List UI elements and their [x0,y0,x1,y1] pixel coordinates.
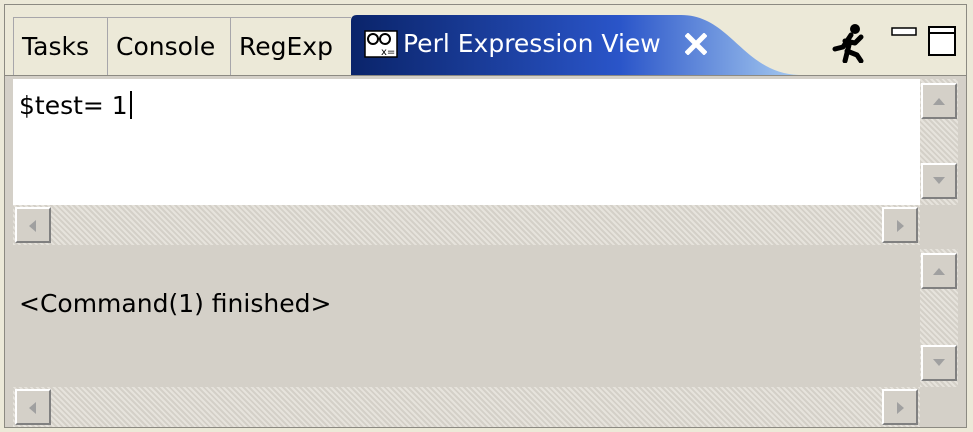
scroll-up-button[interactable] [921,253,957,289]
tab-perl-expression-view[interactable]: x= Perl Expression View [351,13,799,75]
tab-perl-expression-view-label: Perl Expression View [403,29,661,58]
arrow-up-icon [933,98,945,105]
scroll-left-button[interactable] [15,389,51,425]
scroll-down-button[interactable] [921,163,957,199]
scrollbar-corner [920,387,958,427]
perl-expression-view-panel: Tasks Console RegExp x= Perl Expression … [4,4,967,428]
tab-tasks[interactable]: Tasks [13,17,107,75]
tab-console-label: Console [116,32,216,61]
maximize-icon[interactable] [927,25,957,57]
text-caret [129,91,132,119]
tab-regexp[interactable]: RegExp [230,17,351,75]
perl-expression-icon: x= [364,30,398,58]
expression-input-editor[interactable]: $test= 1 [13,79,958,245]
arrow-up-icon [933,268,945,275]
running-man-icon[interactable] [831,23,869,63]
scroll-right-button[interactable] [882,207,918,243]
arrow-right-icon [897,402,904,414]
svg-text:x=: x= [381,47,395,58]
scroll-down-button[interactable] [921,345,957,381]
tab-strip: Tasks Console RegExp x= Perl Expression … [5,5,966,76]
arrow-down-icon [933,177,945,184]
output-vertical-scrollbar[interactable] [920,249,958,387]
arrow-down-icon [933,359,945,366]
input-horizontal-scrollbar[interactable] [13,205,920,245]
close-icon[interactable] [685,33,707,55]
input-vertical-scrollbar[interactable] [920,79,958,205]
scroll-left-button[interactable] [15,207,51,243]
arrow-left-icon [29,402,36,414]
expression-output-editor: <Command(1) finished> [13,249,958,427]
tab-regexp-label: RegExp [239,32,333,61]
scrollbar-corner [920,205,958,245]
expression-output-text: <Command(1) finished> [19,289,332,318]
tab-tasks-label: Tasks [22,32,89,61]
scroll-right-button[interactable] [882,389,918,425]
arrow-right-icon [897,220,904,232]
tab-console[interactable]: Console [107,17,230,75]
output-horizontal-scrollbar[interactable] [13,387,920,427]
arrow-left-icon [29,220,36,232]
expression-input-text[interactable]: $test= 1 [19,91,132,120]
scroll-up-button[interactable] [921,83,957,119]
minimize-icon[interactable] [891,27,917,37]
